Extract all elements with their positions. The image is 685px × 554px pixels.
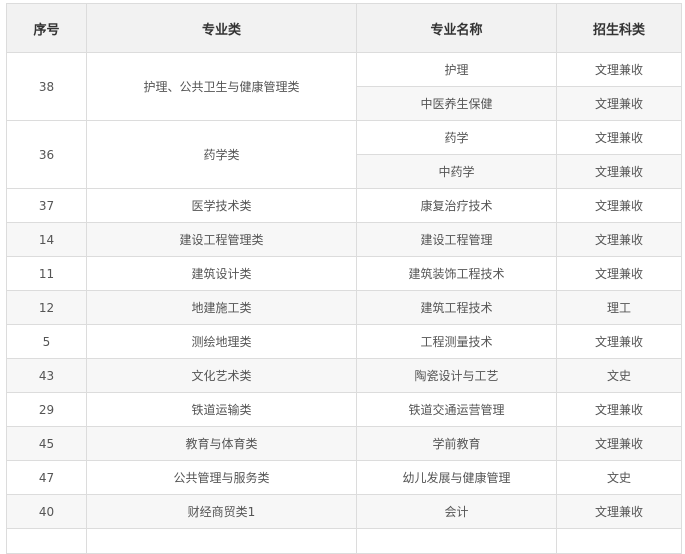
table-row: 38 护理、公共卫生与健康管理类 护理 文理兼收 <box>6 52 682 121</box>
table-row-partial <box>6 528 682 554</box>
cell-number: 38 <box>6 52 87 121</box>
cell-empty <box>86 528 357 554</box>
cell-major: 陶瓷设计与工艺 <box>356 358 557 393</box>
cell-category: 护理、公共卫生与健康管理类 <box>86 52 357 121</box>
cell-number: 37 <box>6 188 87 223</box>
table-row: 12 地建施工类 建筑工程技术 理工 <box>6 290 682 325</box>
cell-category: 地建施工类 <box>86 290 357 325</box>
cell-subject: 文理兼收 <box>556 86 682 121</box>
header-cell-subject: 招生科类 <box>556 3 682 53</box>
cell-major: 建筑工程技术 <box>356 290 557 325</box>
cell-major: 建设工程管理 <box>356 222 557 257</box>
table-row: 37 医学技术类 康复治疗技术 文理兼收 <box>6 188 682 223</box>
cell-number: 29 <box>6 392 87 427</box>
cell-category: 铁道运输类 <box>86 392 357 427</box>
cell-empty <box>6 528 87 554</box>
cell-category: 建筑设计类 <box>86 256 357 291</box>
header-cell-major: 专业名称 <box>356 3 557 53</box>
cell-major: 中医养生保健 <box>356 86 557 121</box>
cell-number: 11 <box>6 256 87 291</box>
cell-major: 建筑装饰工程技术 <box>356 256 557 291</box>
table-row: 47 公共管理与服务类 幼儿发展与健康管理 文史 <box>6 460 682 495</box>
cell-category: 测绘地理类 <box>86 324 357 359</box>
cell-subject: 文理兼收 <box>556 494 682 529</box>
cell-subject: 理工 <box>556 290 682 325</box>
header-cell-number: 序号 <box>6 3 87 53</box>
cell-subject: 文理兼收 <box>556 324 682 359</box>
cell-number: 36 <box>6 120 87 189</box>
table-row: 36 药学类 药学 文理兼收 <box>6 120 682 189</box>
table-row: 11 建筑设计类 建筑装饰工程技术 文理兼收 <box>6 256 682 291</box>
cell-number: 43 <box>6 358 87 393</box>
cell-subject: 文理兼收 <box>556 426 682 461</box>
table-row: 43 文化艺术类 陶瓷设计与工艺 文史 <box>6 358 682 393</box>
cell-subject: 文理兼收 <box>556 222 682 257</box>
cell-number: 14 <box>6 222 87 257</box>
table-row: 29 铁道运输类 铁道交通运营管理 文理兼收 <box>6 392 682 427</box>
enrollment-table: 序号 专业类 专业名称 招生科类 38 护理、公共卫生与健康管理类 护理 文理兼… <box>6 3 682 554</box>
cell-category: 医学技术类 <box>86 188 357 223</box>
cell-number: 47 <box>6 460 87 495</box>
cell-major: 护理 <box>356 52 557 87</box>
cell-number: 12 <box>6 290 87 325</box>
cell-major: 学前教育 <box>356 426 557 461</box>
cell-category: 财经商贸类1 <box>86 494 357 529</box>
cell-category: 文化艺术类 <box>86 358 357 393</box>
cell-number: 5 <box>6 324 87 359</box>
cell-major: 幼儿发展与健康管理 <box>356 460 557 495</box>
cell-major: 康复治疗技术 <box>356 188 557 223</box>
cell-major: 会计 <box>356 494 557 529</box>
cell-subject: 文理兼收 <box>556 154 682 189</box>
cell-number: 45 <box>6 426 87 461</box>
cell-category: 药学类 <box>86 120 357 189</box>
cell-major: 工程测量技术 <box>356 324 557 359</box>
cell-subject: 文理兼收 <box>556 52 682 87</box>
cell-empty <box>556 528 682 554</box>
cell-subject: 文理兼收 <box>556 256 682 291</box>
cell-major: 药学 <box>356 120 557 155</box>
cell-subject: 文史 <box>556 460 682 495</box>
header-row: 序号 专业类 专业名称 招生科类 <box>6 3 682 53</box>
cell-empty <box>356 528 557 554</box>
cell-major: 铁道交通运营管理 <box>356 392 557 427</box>
cell-number: 40 <box>6 494 87 529</box>
cell-subject: 文理兼收 <box>556 188 682 223</box>
table-row: 14 建设工程管理类 建设工程管理 文理兼收 <box>6 222 682 257</box>
table-row: 45 教育与体育类 学前教育 文理兼收 <box>6 426 682 461</box>
table-row: 5 测绘地理类 工程测量技术 文理兼收 <box>6 324 682 359</box>
table-row: 40 财经商贸类1 会计 文理兼收 <box>6 494 682 529</box>
cell-category: 公共管理与服务类 <box>86 460 357 495</box>
cell-subject: 文理兼收 <box>556 120 682 155</box>
cell-category: 建设工程管理类 <box>86 222 357 257</box>
header-cell-category: 专业类 <box>86 3 357 53</box>
cell-major: 中药学 <box>356 154 557 189</box>
cell-category: 教育与体育类 <box>86 426 357 461</box>
cell-subject: 文史 <box>556 358 682 393</box>
cell-subject: 文理兼收 <box>556 392 682 427</box>
